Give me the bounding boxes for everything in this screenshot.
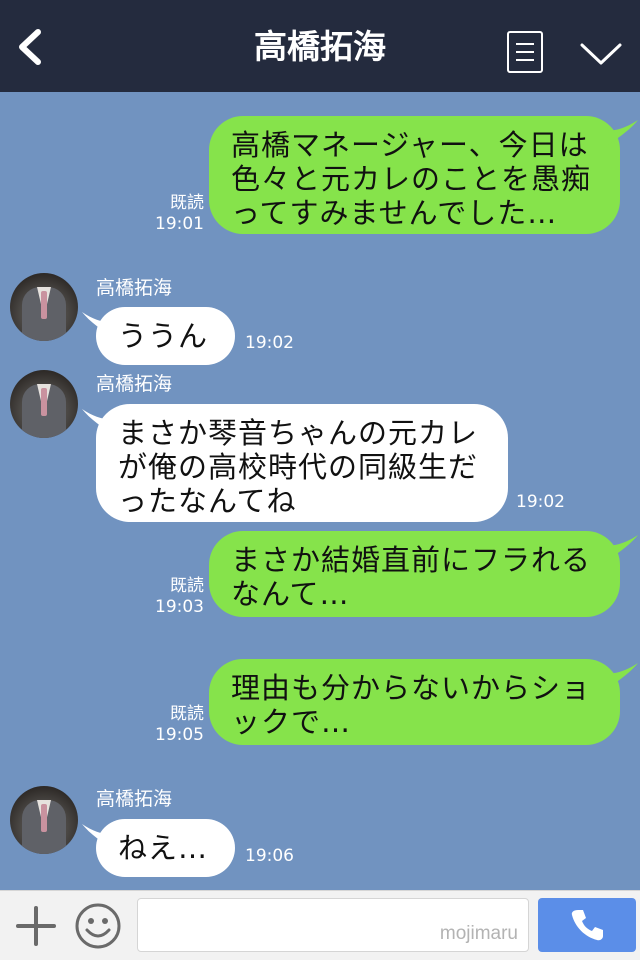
sender-name: 高橋拓海 xyxy=(96,277,173,299)
message-input[interactable]: mojimaru xyxy=(137,898,529,952)
message-bubble-received[interactable]: ねえ… xyxy=(96,819,235,877)
read-receipt: 既読 19:05 xyxy=(155,704,204,745)
bubble-tail xyxy=(82,409,116,437)
message-bubble-sent[interactable]: 高橋マネージャー、今日は 色々と元カレのことを愚痴 ってすみませんでした… xyxy=(209,116,620,234)
call-button[interactable] xyxy=(538,898,636,952)
chat-title: 高橋拓海 xyxy=(254,27,386,66)
message-time: 19:02 xyxy=(245,333,294,353)
bubble-tail xyxy=(604,663,638,691)
chevron-left-icon[interactable] xyxy=(10,22,54,72)
bubble-tail xyxy=(604,535,638,563)
message-bubble-sent[interactable]: まさか結婚直前にフラれる なんて… xyxy=(209,531,620,617)
message-time: 19:02 xyxy=(516,492,565,512)
read-receipt: 既読 19:01 xyxy=(155,193,204,234)
input-bar: mojimaru xyxy=(0,890,640,960)
bubble-tail xyxy=(604,120,638,148)
smiley-icon[interactable] xyxy=(74,902,122,950)
message-time: 19:06 xyxy=(245,846,294,866)
avatar[interactable] xyxy=(10,786,78,854)
watermark-text: mojimaru xyxy=(439,923,518,944)
message-list[interactable]: 既読 19:01 高橋マネージャー、今日は 色々と元カレのことを愚痴 ってすみませんで… xyxy=(0,92,640,890)
bubble-tail xyxy=(82,312,116,340)
message-bubble-sent[interactable]: 理由も分からないからショ ックで… xyxy=(209,659,620,745)
avatar[interactable] xyxy=(10,370,78,438)
phone-icon xyxy=(571,910,603,941)
read-receipt: 既読 19:03 xyxy=(155,576,204,617)
sender-name: 高橋拓海 xyxy=(96,373,173,395)
plus-icon[interactable] xyxy=(14,904,58,948)
sender-name: 高橋拓海 xyxy=(96,788,173,810)
chat-header: 高橋拓海 xyxy=(0,0,640,92)
chevron-down-icon[interactable] xyxy=(578,36,624,72)
message-bubble-received[interactable]: ううん xyxy=(96,307,235,365)
list-icon[interactable] xyxy=(507,31,543,73)
message-bubble-received[interactable]: まさか琴音ちゃんの元カレ が俺の高校時代の同級生だ ったなんてね xyxy=(96,404,508,522)
avatar[interactable] xyxy=(10,273,78,341)
bubble-tail xyxy=(82,824,116,852)
